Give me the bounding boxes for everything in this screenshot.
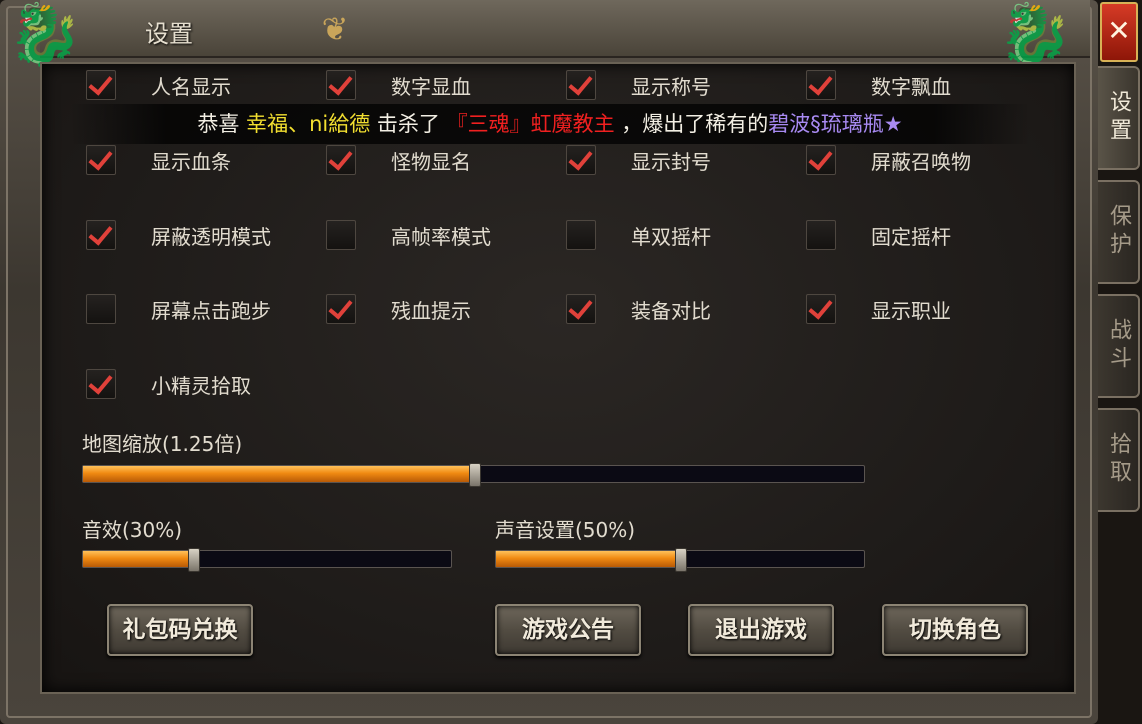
sfx-label: 音效(30%) <box>82 518 183 542</box>
slider-fill <box>496 551 680 567</box>
option-label: 怪物显名 <box>391 149 471 174</box>
option-label: 屏蔽透明模式 <box>151 224 271 249</box>
option-dual-joystick[interactable]: 单双摇杆 <box>566 218 711 252</box>
tab-combat[interactable]: 战斗 <box>1098 294 1140 398</box>
switch-role-button[interactable]: 切换角色 <box>882 604 1028 656</box>
broadcast-after: ，爆出了稀有的 <box>614 112 769 136</box>
sfx-slider[interactable] <box>82 548 452 572</box>
checkbox[interactable] <box>86 145 116 175</box>
slider-handle[interactable] <box>468 463 481 487</box>
option-fixed-joystick[interactable]: 固定摇杆 <box>806 218 951 252</box>
option-label: 装备对比 <box>631 298 711 323</box>
option-label: 显示封号 <box>631 149 711 174</box>
option-high-fps[interactable]: 高帧率模式 <box>326 218 491 252</box>
slider-fill <box>83 551 194 567</box>
slider-handle[interactable] <box>675 548 687 572</box>
option-label: 屏蔽召唤物 <box>871 149 971 174</box>
option-label: 固定摇杆 <box>871 224 951 249</box>
checkbox[interactable] <box>806 145 836 175</box>
checkbox[interactable] <box>86 294 116 324</box>
option-label: 显示称号 <box>631 74 711 99</box>
option-label: 小精灵拾取 <box>151 373 251 398</box>
tab-settings[interactable]: 设置 <box>1098 66 1140 170</box>
kill-broadcast-message: 恭喜 幸福、ni給德 击杀了 『三魂』虹魔教主 ，爆出了稀有的碧波§琉璃瓶★ <box>70 104 1030 144</box>
option-show-class[interactable]: 显示职业 <box>806 292 951 326</box>
option-name-display[interactable]: 人名显示 <box>86 68 231 102</box>
option-label: 显示职业 <box>871 298 951 323</box>
checkbox[interactable] <box>86 369 116 399</box>
option-label: 数字显血 <box>391 74 471 99</box>
checkbox[interactable] <box>806 220 836 250</box>
option-hide-transparent[interactable]: 屏蔽透明模式 <box>86 218 271 252</box>
broadcast-player: 幸福、ni給德 <box>246 112 371 136</box>
option-label: 高帧率模式 <box>391 224 491 249</box>
checkbox[interactable] <box>326 70 356 100</box>
option-hp-bar[interactable]: 显示血条 <box>86 143 231 177</box>
option-label: 屏幕点击跑步 <box>151 298 271 323</box>
checkbox[interactable] <box>566 70 596 100</box>
checkbox[interactable] <box>806 294 836 324</box>
broadcast-boss: 『三魂』虹魔教主 <box>446 112 615 136</box>
map-zoom-slider[interactable] <box>82 463 865 487</box>
checkbox[interactable] <box>566 220 596 250</box>
option-label: 数字飘血 <box>871 74 951 99</box>
option-hide-summons[interactable]: 屏蔽召唤物 <box>806 143 971 177</box>
map-zoom-label: 地图缩放(1.25倍) <box>82 432 243 456</box>
option-sprite-pickup[interactable]: 小精灵拾取 <box>86 367 251 401</box>
broadcast-item: 碧波§琉璃瓶★ <box>768 112 903 136</box>
option-label: 显示血条 <box>151 149 231 174</box>
option-show-rank[interactable]: 显示封号 <box>566 143 711 177</box>
slider-handle[interactable] <box>188 548 201 572</box>
slider-fill <box>83 466 474 482</box>
checkbox[interactable] <box>86 220 116 250</box>
checkbox[interactable] <box>566 294 596 324</box>
checkbox[interactable] <box>326 220 356 250</box>
announcement-button[interactable]: 游戏公告 <box>495 604 641 656</box>
checkbox[interactable] <box>326 145 356 175</box>
broadcast-prefix: 恭喜 <box>197 112 247 136</box>
option-label: 残血提示 <box>391 298 471 323</box>
checkbox[interactable] <box>566 145 596 175</box>
option-monster-name[interactable]: 怪物显名 <box>326 143 471 177</box>
sound-slider[interactable] <box>495 548 865 572</box>
checkbox[interactable] <box>806 70 836 100</box>
gift-code-button[interactable]: 礼包码兑换 <box>107 604 253 656</box>
option-floating-damage[interactable]: 数字飘血 <box>806 68 951 102</box>
option-label: 人名显示 <box>151 74 231 99</box>
option-hp-number[interactable]: 数字显血 <box>326 68 471 102</box>
tab-pickup[interactable]: 拾取 <box>1098 408 1140 512</box>
broadcast-mid: 击杀了 <box>370 112 447 136</box>
option-show-title[interactable]: 显示称号 <box>566 68 711 102</box>
ornament-icon: ❦ <box>321 10 349 48</box>
option-label: 单双摇杆 <box>631 224 711 249</box>
sound-label: 声音设置(50%) <box>495 518 636 542</box>
title-bar <box>40 0 1090 58</box>
close-button[interactable]: ✕ <box>1100 2 1138 62</box>
checkbox[interactable] <box>326 294 356 324</box>
tab-protection[interactable]: 保护 <box>1098 180 1140 284</box>
window-title: 设置 <box>145 20 193 48</box>
option-low-hp-alert[interactable]: 残血提示 <box>326 292 471 326</box>
exit-game-button[interactable]: 退出游戏 <box>688 604 834 656</box>
option-gear-compare[interactable]: 装备对比 <box>566 292 711 326</box>
checkbox[interactable] <box>86 70 116 100</box>
option-tap-to-run[interactable]: 屏幕点击跑步 <box>86 292 271 326</box>
